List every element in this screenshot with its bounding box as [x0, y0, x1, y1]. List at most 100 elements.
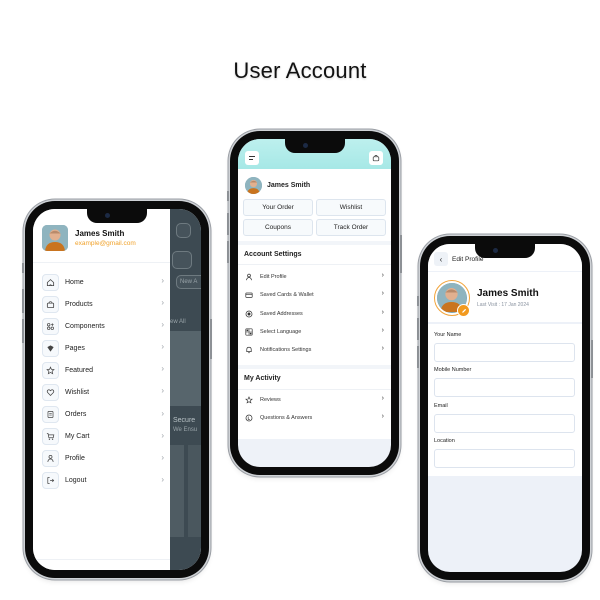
secure-text: Secure: [173, 417, 196, 424]
cart-button[interactable]: [369, 151, 383, 165]
chevron-right-icon: ›: [161, 452, 164, 462]
chevron-right-icon: ›: [381, 290, 384, 298]
divider: [33, 262, 170, 263]
star-icon: [42, 361, 59, 379]
shopping-bag-icon: [42, 295, 59, 313]
phone-power-button: [591, 340, 593, 378]
settings-item-saved-addresses[interactable]: Saved Addresses ›: [244, 305, 386, 323]
menu-label: My Cart: [65, 433, 90, 441]
menu-item-my-cart[interactable]: My Cart ›: [42, 426, 166, 448]
header-title: Edit Profile: [452, 256, 484, 263]
chevron-right-icon: ›: [381, 308, 384, 316]
activity-item-questions-answers[interactable]: Questions & Answers ›: [244, 409, 386, 427]
settings-item-label: Saved Addresses: [260, 310, 303, 317]
account-body: James Smith Your Order Wishlist Coupons …: [238, 169, 391, 439]
logout-icon: [42, 472, 59, 490]
plant-image-dimmed: [170, 331, 201, 406]
menu-label: Pages: [65, 344, 85, 352]
scan-button-dimmed: [172, 251, 192, 269]
edit-avatar-button[interactable]: [457, 304, 470, 317]
chevron-right-icon: ›: [381, 272, 384, 279]
my-activity-heading: My Activity: [244, 375, 281, 382]
menu-item-wishlist[interactable]: Wishlist ›: [42, 381, 166, 403]
settings-item-notifications[interactable]: Notifications Settings ›: [244, 341, 386, 359]
coupons-button[interactable]: Coupons: [243, 219, 313, 236]
your-order-button[interactable]: Your Order: [243, 199, 313, 216]
location-label: Location: [434, 438, 455, 444]
wishlist-button[interactable]: Wishlist: [316, 199, 386, 216]
hamburger-icon: [249, 156, 255, 160]
phone-mute-button: [227, 191, 229, 201]
view-all-text: ew All: [170, 319, 186, 325]
quick-actions-grid: Your Order Wishlist Coupons Track Order: [243, 199, 386, 236]
email-label: Email: [434, 403, 448, 409]
new-arrivals-text: New A: [180, 279, 198, 285]
menu-item-pages[interactable]: Pages ›: [42, 337, 166, 359]
phone-volume-up-button: [22, 289, 24, 313]
location-input[interactable]: [434, 449, 575, 468]
phone-frame-drawer: New A ew All Secure We Ensu James Smith …: [22, 201, 212, 578]
menu-item-logout[interactable]: Logout ›: [42, 470, 166, 492]
pages-icon: [42, 339, 59, 357]
avatar: [42, 225, 68, 251]
activity-item-reviews[interactable]: Reviews ›: [244, 391, 386, 409]
account-screen: James Smith Your Order Wishlist Coupons …: [238, 139, 391, 467]
card-icon: [244, 290, 254, 300]
activity-item-label: Questions & Answers: [260, 415, 313, 422]
bag-button-dimmed: [176, 223, 191, 238]
menu-label: Featured: [65, 366, 94, 374]
menu-item-featured[interactable]: Featured ›: [42, 359, 166, 381]
user-name: James Smith: [477, 288, 539, 299]
settings-item-edit-profile[interactable]: Edit Profile ›: [244, 268, 386, 286]
menu-label: Components: [65, 322, 105, 330]
chevron-right-icon: ›: [381, 326, 384, 334]
phone-mute-button: [417, 296, 419, 306]
home-icon: [42, 273, 59, 291]
menu-item-orders[interactable]: Orders ›: [42, 404, 166, 426]
settings-item-label: Edit Profile: [260, 274, 287, 281]
chevron-right-icon: ›: [381, 345, 384, 353]
card-dimmed-1: [170, 445, 184, 537]
shopping-bag-icon: [372, 155, 380, 162]
user-name: James Smith: [267, 182, 311, 189]
new-arrivals-chip-dimmed: New A: [176, 275, 201, 289]
camera: [302, 143, 308, 148]
your-name-input[interactable]: [434, 343, 575, 362]
heart-icon: [42, 384, 59, 402]
email-input[interactable]: [434, 414, 575, 433]
chevron-right-icon: ›: [161, 430, 164, 440]
components-icon: [42, 317, 59, 335]
phone-mute-button: [22, 263, 24, 273]
settings-item-saved-cards[interactable]: Saved Cards & Wallet ›: [244, 286, 386, 304]
page-title: User Account: [233, 58, 367, 83]
phone-frame-edit-profile: ‹ Edit Profile James Smith Last Visit : …: [417, 236, 593, 580]
mobile-number-input[interactable]: [434, 378, 575, 397]
divider: [238, 389, 391, 390]
dimmed-home-page[interactable]: New A ew All Secure We Ensu: [170, 209, 201, 570]
settings-item-select-language[interactable]: Select Language ›: [244, 323, 386, 341]
menu-label: Profile: [65, 455, 85, 463]
section-separator: [238, 241, 391, 245]
divider: [238, 264, 391, 265]
menu-item-profile[interactable]: Profile ›: [42, 448, 166, 470]
drawer-user-header[interactable]: James Smith example@gmail.com: [42, 225, 136, 251]
chevron-right-icon: ›: [381, 395, 384, 402]
menu-item-products[interactable]: Products ›: [42, 293, 166, 315]
track-order-button[interactable]: Track Order: [316, 219, 386, 236]
user-name: James Smith: [75, 229, 125, 238]
menu-item-components[interactable]: Components ›: [42, 315, 166, 337]
menu-item-home[interactable]: Home ›: [42, 271, 166, 293]
edit-profile-screen: ‹ Edit Profile James Smith Last Visit : …: [428, 244, 582, 572]
chevron-right-icon: ›: [161, 342, 164, 352]
chevron-right-icon: ›: [161, 298, 164, 308]
orders-icon: [42, 406, 59, 424]
user-icon: [42, 450, 59, 468]
menu-button[interactable]: [245, 151, 259, 165]
user-email: example@gmail.com: [75, 240, 136, 247]
phone-volume-down-button: [22, 319, 24, 343]
chevron-right-icon: ›: [161, 320, 164, 330]
cart-icon: [42, 428, 59, 446]
chevron-right-icon: ›: [161, 386, 164, 396]
divider: [33, 559, 170, 560]
back-button[interactable]: ‹: [434, 252, 448, 266]
